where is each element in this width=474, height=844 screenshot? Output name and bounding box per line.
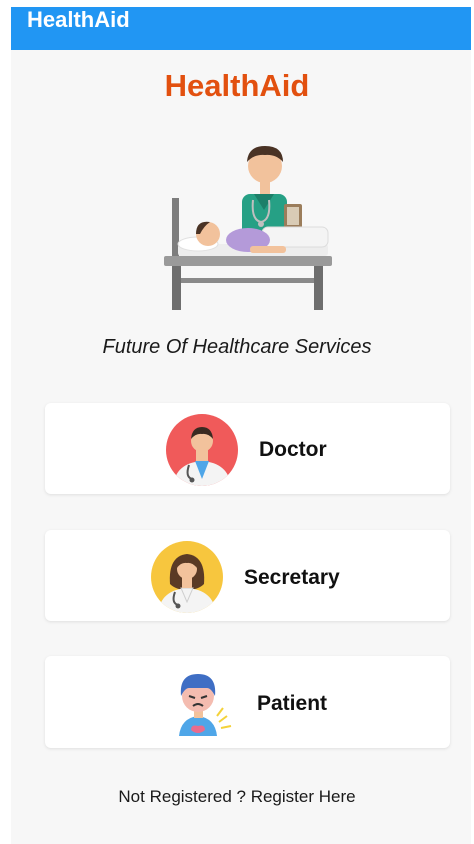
patient-avatar-icon <box>179 674 232 736</box>
doctor-role-label: Doctor <box>259 438 327 461</box>
doctor-role-button[interactable]: Doctor <box>45 403 450 494</box>
register-link[interactable]: Not Registered ? Register Here <box>0 786 474 808</box>
doctor-with-patient-in-bed-icon <box>164 146 332 310</box>
app-bar-title: HealthAid <box>27 7 130 32</box>
tagline: Future Of Healthcare Services <box>102 336 372 358</box>
patient-role-button[interactable]: Patient <box>45 656 450 748</box>
secretary-avatar-icon <box>151 541 223 613</box>
app-bar: HealthAid <box>11 7 471 50</box>
doctor-avatar-icon <box>166 414 238 486</box>
secretary-role-label: Secretary <box>244 566 340 589</box>
brand-title: HealthAid <box>164 68 310 103</box>
secretary-role-button[interactable]: Secretary <box>45 530 450 621</box>
patient-role-label: Patient <box>257 692 328 715</box>
